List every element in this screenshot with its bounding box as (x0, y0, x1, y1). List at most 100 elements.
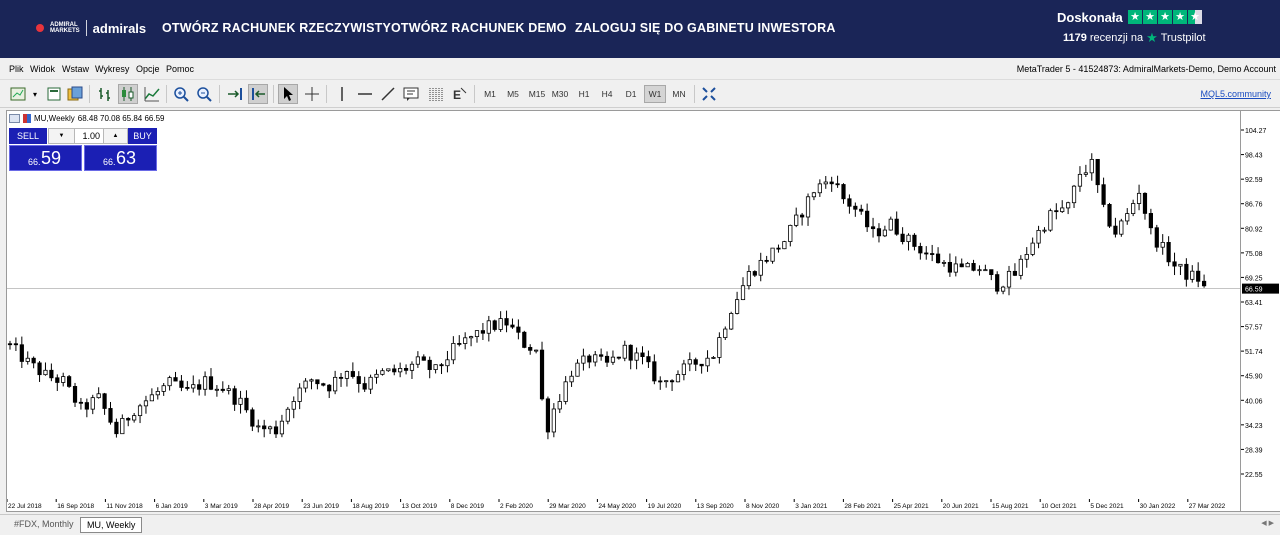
investor-login-link[interactable]: ZALOGUJ SIĘ DO GABINETU INWESTORA (575, 21, 836, 35)
candlestick-icon[interactable] (118, 84, 138, 104)
candle (398, 362, 403, 378)
candle (941, 259, 947, 267)
candle (126, 417, 131, 427)
trustpilot-reviews[interactable]: 1179 recenzji na ★ Trustpilot (1063, 30, 1206, 46)
buy-button[interactable]: BUY (128, 128, 157, 144)
price-axis[interactable]: 104.27 98.43 92.59 86.76 80.92 75.08 69.25 63.4… (1241, 110, 1280, 512)
auto-scroll-icon[interactable] (225, 84, 245, 104)
bull-candle-body (409, 363, 415, 371)
timeframe-m5[interactable]: M5 (503, 85, 523, 103)
symbol-info: MU,Weekly 68.48 70.08 65.84 66.59 (9, 114, 165, 123)
bear-candle-body (273, 426, 279, 435)
bull-candle-body (191, 384, 196, 389)
sell-button[interactable]: SELL (9, 128, 47, 144)
timeframe-d1[interactable]: D1 (621, 85, 641, 103)
menu-options[interactable]: Opcje (136, 64, 160, 74)
menu-insert[interactable]: Wstaw (62, 64, 89, 74)
dropdown-icon[interactable]: ▾ (25, 84, 45, 104)
objects-icon[interactable]: E (450, 84, 470, 104)
candle (959, 258, 964, 268)
candle (214, 385, 219, 397)
bear-candle-body (67, 376, 72, 387)
menu-help[interactable]: Pomoc (166, 64, 194, 74)
bear-candle-body (900, 233, 905, 243)
profiles-icon[interactable] (44, 84, 64, 104)
bar-chart-icon[interactable] (95, 84, 115, 104)
candle (1071, 184, 1077, 208)
bull-candle-body (1030, 242, 1035, 255)
fibonacci-icon[interactable] (426, 84, 446, 104)
bear-candle-body (31, 357, 36, 364)
candle (1042, 227, 1047, 234)
menu-charts[interactable]: Wykresy (95, 64, 129, 74)
candle (226, 384, 231, 395)
volume-decrease-button[interactable]: ▼ (48, 128, 75, 144)
bear-candle-body (1095, 158, 1100, 186)
volume-increase-button[interactable]: ▲ (103, 128, 128, 144)
timeframe-h4[interactable]: H4 (597, 85, 617, 103)
candle (788, 224, 793, 247)
timeframe-m30[interactable]: M30 (549, 85, 571, 103)
text-icon[interactable] (401, 84, 421, 104)
templates-icon[interactable] (65, 84, 85, 104)
tile-windows-icon[interactable] (699, 84, 719, 104)
bull-candle-body (344, 371, 350, 379)
candle (817, 179, 822, 197)
chart-area[interactable]: 22 Jul 2018 16 Sep 2018 11 Nov 2018 6 Jan 2… (6, 110, 1241, 512)
zoom-in-icon[interactable] (171, 84, 191, 104)
sell-price-pips: 59 (41, 148, 62, 168)
bear-candle-body (628, 344, 633, 361)
chart-shift-icon[interactable] (248, 84, 268, 104)
admirals-logo[interactable]: ADMIRAL MARKETS admirals (36, 20, 146, 36)
candle (865, 203, 870, 232)
zoom-out-icon[interactable] (194, 84, 214, 104)
bear-candle-body (865, 210, 870, 228)
volume-input[interactable]: 1.00 (75, 128, 103, 144)
bull-candle-body (675, 374, 681, 383)
tab-fdx-monthly[interactable]: #FDX, Monthly (8, 517, 80, 533)
candle (646, 350, 651, 368)
timeframe-m15[interactable]: M15 (526, 85, 548, 103)
cursor-icon[interactable] (278, 84, 298, 104)
bull-candle-body (333, 376, 338, 392)
mql5-community-link[interactable]: MQL5.community (1200, 89, 1271, 99)
bear-candle-body (1184, 263, 1189, 280)
menu-file[interactable]: Plik (9, 64, 24, 74)
open-real-account-link[interactable]: OTWÓRZ RACHUNEK RZECZYWISTY (162, 21, 391, 35)
price-tick-label: 57.57 (1245, 325, 1263, 332)
candle (415, 351, 420, 368)
candle (238, 390, 243, 414)
candle (279, 414, 285, 438)
trend-line-icon[interactable] (378, 84, 398, 104)
vertical-line-icon[interactable] (332, 84, 352, 104)
timeframe-m1[interactable]: M1 (480, 85, 500, 103)
candle (681, 359, 686, 381)
candlestick-chart: 22 Jul 2018 16 Sep 2018 11 Nov 2018 6 Jan 2… (6, 153, 1240, 510)
tab-mu-weekly[interactable]: MU, Weekly (80, 517, 143, 533)
bear-candle-body (587, 355, 592, 363)
menu-view[interactable]: Widok (30, 64, 55, 74)
bear-candle-body (912, 234, 917, 247)
bear-candle-body (327, 384, 332, 392)
tab-scroll-icon[interactable]: ◀ ▶ (1261, 519, 1274, 527)
bull-candle-body (25, 357, 30, 362)
buy-price[interactable]: 66. 63 (84, 145, 157, 171)
bull-candle-body (132, 415, 137, 421)
toolbar-separator (474, 85, 475, 103)
candle (534, 349, 539, 354)
timeframe-w1[interactable]: W1 (644, 85, 666, 103)
line-chart-icon[interactable] (142, 84, 162, 104)
open-demo-account-link[interactable]: OTWÓRZ RACHUNEK DEMO (391, 21, 567, 35)
candle (1136, 184, 1142, 211)
date-tick-label: 28 Apr 2019 (254, 503, 289, 510)
candle (977, 265, 982, 276)
bear-candle-body (1196, 270, 1201, 282)
crosshair-icon[interactable] (302, 84, 322, 104)
candle (1172, 252, 1177, 276)
bear-candle-body (1054, 210, 1059, 213)
timeframe-mn[interactable]: MN (668, 85, 690, 103)
sell-price[interactable]: 66. 59 (9, 145, 82, 171)
bull-candle-body (498, 318, 503, 330)
horizontal-line-icon[interactable] (355, 84, 375, 104)
timeframe-h1[interactable]: H1 (574, 85, 594, 103)
